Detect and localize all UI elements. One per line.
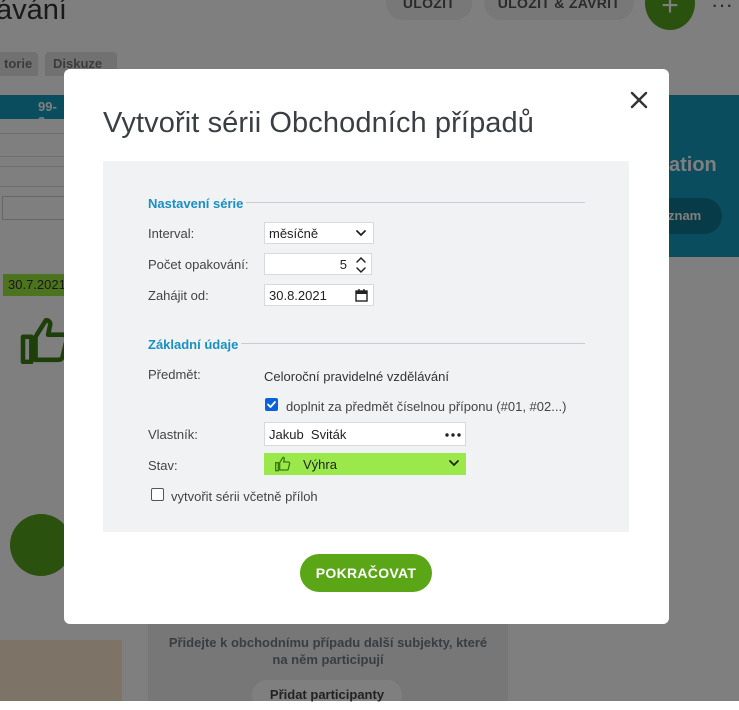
basic-section-heading: Základní údaje [148,337,239,352]
owner-field[interactable]: Jakub Sviták [264,422,466,446]
dialog-form-panel: Nastavení série Interval: měsíčně Počet … [103,161,629,532]
owner-label: Vlastník: [148,427,198,442]
status-select[interactable]: Výhra [264,453,466,475]
interval-select[interactable]: měsíčně [264,222,374,244]
subject-label: Předmět: [148,367,201,382]
series-section-heading: Nastavení série [148,196,244,211]
subject-suffix-checkbox[interactable] [265,398,278,411]
subject-value: Celoroční pravidelné vzdělávání [264,369,449,384]
section-divider [246,202,585,203]
more-options-icon[interactable] [445,433,461,437]
owner-value: Jakub Sviták [269,427,347,442]
status-label: Stav: [148,458,178,473]
close-icon[interactable] [628,89,650,111]
chevron-down-icon [356,230,366,237]
calendar-icon[interactable] [355,289,368,302]
start-date-value: 30.8.2021 [269,288,327,303]
start-date-label: Zahájit od: [148,288,209,303]
section-divider [241,343,585,344]
include-attachments-checkbox[interactable] [151,488,164,501]
stepper-arrows-icon[interactable] [355,255,367,275]
interval-value: měsíčně [269,226,319,241]
create-series-dialog: Vytvořit sérii Obchodních případů Nastav… [64,69,669,624]
subject-suffix-label[interactable]: doplnit za předmět číselnou příponu (#01… [286,399,566,414]
start-date-input[interactable]: 30.8.2021 [264,284,374,306]
repeat-count-label: Počet opakování: [148,257,249,272]
interval-label: Interval: [148,226,195,241]
status-value: Výhra [303,457,337,472]
repeat-count-stepper[interactable]: 5 [264,253,372,275]
repeat-count-value: 5 [339,257,347,272]
continue-button[interactable]: POKRAČOVAT [300,554,432,592]
thumbs-up-icon [275,456,291,472]
include-attachments-label[interactable]: vytvořit sérii včetně příloh [171,489,318,504]
chevron-down-icon [449,460,459,467]
dialog-title: Vytvořit sérii Obchodních případů [103,107,534,139]
checkmark-icon [267,401,276,408]
